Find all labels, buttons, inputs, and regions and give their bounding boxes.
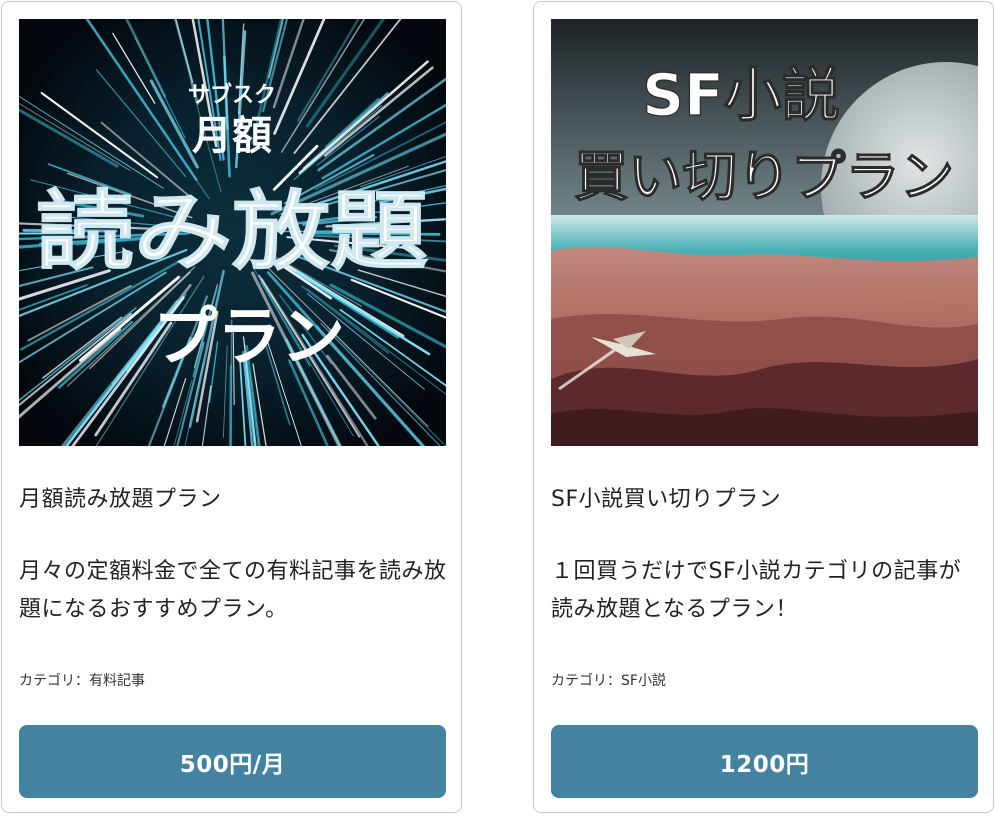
plan-category: カテゴリ：SF小説 (551, 673, 666, 689)
plan-image-sf: SF小説 買い切りプラン (551, 19, 978, 446)
image-line2-text: 読み放題 (36, 182, 428, 282)
plan-title: SF小説買い切りプラン (551, 487, 782, 512)
plan-category: カテゴリ：有料記事 (19, 673, 145, 689)
image-line3-text: プラン (153, 301, 345, 375)
plan-card-monthly: サブスク 月額 読み放題 プラン 月額読み放題プラン 月々の定額料金で全ての有料… (1, 1, 462, 813)
image-kicker-text: サブスク (188, 82, 276, 108)
price-button[interactable]: 500円/月 (19, 725, 446, 798)
image-line1-text: SF小説 (642, 61, 839, 129)
plan-image-monthly: サブスク 月額 読み放題 プラン (19, 19, 446, 446)
image-line2-text: 買い切りプラン (574, 145, 954, 208)
hyperspace-illustration: サブスク 月額 読み放題 プラン (19, 19, 446, 446)
image-line1-text: 月額 (192, 113, 272, 159)
plan-description: １回買うだけでSF小説カテゴリの記事が読み放題となるプラン！ (551, 559, 962, 622)
plan-title: 月額読み放題プラン (19, 487, 222, 512)
plan-list: サブスク 月額 読み放題 プラン 月額読み放題プラン 月々の定額料金で全ての有料… (0, 0, 996, 816)
light-streak (229, 364, 233, 446)
price-button[interactable]: 1200円 (551, 725, 978, 798)
plan-card-sf: SF小説 買い切りプラン SF小説買い切りプラン １回買うだけでSF小説カテゴリ… (533, 1, 994, 813)
plan-description: 月々の定額料金で全ての有料記事を読み放題になるおすすめプラン。 (19, 559, 447, 622)
planet-landscape-illustration: SF小説 買い切りプラン (551, 19, 978, 446)
